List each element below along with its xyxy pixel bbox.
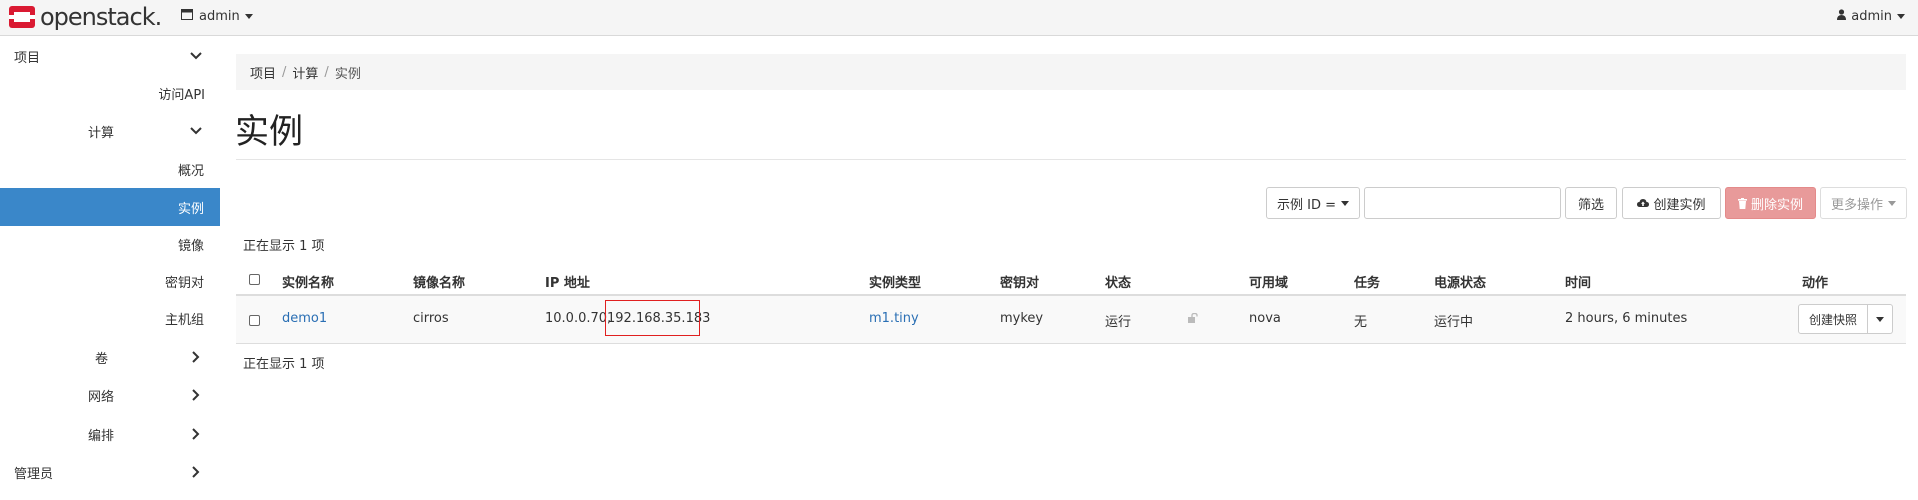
power-state: 运行中 bbox=[1434, 315, 1474, 330]
column-header[interactable]: IP 地址 bbox=[545, 272, 590, 291]
user-icon bbox=[1837, 9, 1847, 24]
table-header: 实例名称 镜像名称 IP 地址 实例类型 密钥对 状态 可用域 任务 电源状态 … bbox=[236, 263, 1906, 296]
create-snapshot-button[interactable]: 创建快照 bbox=[1798, 304, 1868, 334]
brand-name: openstack. bbox=[40, 3, 162, 31]
title-divider bbox=[236, 159, 1906, 160]
filter-button-label: 筛选 bbox=[1577, 197, 1604, 213]
trash-icon bbox=[1737, 197, 1747, 209]
sidebar-item-label: 概况 bbox=[177, 163, 204, 179]
sidebar-item-orchestration[interactable]: 编排 bbox=[0, 415, 220, 453]
column-header[interactable]: 电源状态 bbox=[1434, 272, 1486, 291]
more-actions-label: 更多操作 bbox=[1830, 197, 1883, 213]
column-header[interactable]: 实例类型 bbox=[869, 272, 921, 291]
chevron-down-icon bbox=[190, 52, 202, 60]
chevron-right-icon bbox=[192, 351, 200, 363]
project-dropdown-label: admin bbox=[199, 9, 240, 24]
sidebar-item-label: 编排 bbox=[88, 428, 115, 444]
column-header[interactable]: 镜像名称 bbox=[413, 272, 465, 291]
task-state: 无 bbox=[1354, 315, 1368, 330]
filter-input[interactable] bbox=[1364, 187, 1561, 219]
chevron-right-icon bbox=[192, 389, 200, 401]
chevron-down-icon bbox=[244, 14, 253, 19]
chevron-right-icon bbox=[192, 466, 200, 478]
page-title: 实例 bbox=[235, 112, 303, 152]
chevron-right-icon bbox=[192, 428, 200, 440]
delete-instance-label: 删除实例 bbox=[1750, 197, 1803, 213]
availability-zone: nova bbox=[1249, 311, 1281, 326]
top-navbar: openstack. admin admin bbox=[0, 0, 1918, 36]
sidebar-item-volumes[interactable]: 卷 bbox=[0, 338, 220, 376]
sidebar-item-label: 网络 bbox=[88, 389, 115, 405]
row-actions-dropdown[interactable] bbox=[1868, 304, 1893, 334]
column-header[interactable]: 任务 bbox=[1354, 272, 1380, 291]
chevron-down-icon bbox=[1876, 316, 1884, 322]
filter-field-label: 示例 ID = bbox=[1276, 197, 1336, 213]
create-instance-label: 创建实例 bbox=[1653, 197, 1706, 213]
sidebar-item-network[interactable]: 网络 bbox=[0, 376, 220, 414]
highlight-box bbox=[605, 300, 700, 336]
instance-name-link[interactable]: demo1 bbox=[282, 311, 327, 326]
sidebar-item-server-groups[interactable]: 主机组 bbox=[0, 299, 220, 337]
sidebar-item-label: 管理员 bbox=[14, 466, 54, 482]
item-count-top: 正在显示 1 项 bbox=[243, 239, 325, 254]
openstack-logo[interactable]: openstack. bbox=[8, 2, 162, 32]
column-header[interactable]: 实例名称 bbox=[282, 272, 334, 291]
cloud-upload-icon bbox=[1637, 198, 1650, 208]
sidebar: 项目 访问API 计算 概况 实例 镜像 密钥对 主机组 卷 网络 编排 管理员 bbox=[0, 37, 220, 500]
sidebar-item-label: 计算 bbox=[88, 125, 115, 141]
user-dropdown[interactable]: admin bbox=[1837, 9, 1905, 24]
sidebar-item-label: 实例 bbox=[177, 201, 204, 217]
unlock-icon bbox=[1188, 312, 1199, 327]
column-header[interactable]: 密钥对 bbox=[1000, 272, 1039, 291]
column-header[interactable]: 时间 bbox=[1565, 272, 1591, 291]
ip-internal: 10.0.0.70, bbox=[545, 311, 612, 326]
chevron-down-icon bbox=[1888, 200, 1896, 206]
flavor-link[interactable]: m1.tiny bbox=[869, 311, 919, 326]
column-header: 动作 bbox=[1802, 276, 1829, 291]
select-all-checkbox[interactable] bbox=[249, 274, 260, 285]
project-icon bbox=[181, 9, 193, 24]
sidebar-item-label: 访问API bbox=[158, 87, 205, 103]
sidebar-item-api-access[interactable]: 访问API bbox=[0, 74, 220, 112]
table-row: demo1 cirros 10.0.0.70, 192.168.35.183 m… bbox=[236, 296, 1906, 344]
sidebar-item-label: 主机组 bbox=[164, 312, 204, 328]
sidebar-item-label: 镜像 bbox=[177, 238, 204, 254]
sidebar-item-keypairs[interactable]: 密钥对 bbox=[0, 262, 220, 300]
breadcrumb-separator: / bbox=[324, 64, 329, 80]
breadcrumb-item-project[interactable]: 项目 bbox=[250, 63, 276, 82]
chevron-down-icon bbox=[1341, 200, 1349, 206]
create-instance-button[interactable]: 创建实例 bbox=[1622, 187, 1721, 219]
sidebar-item-overview[interactable]: 概况 bbox=[0, 150, 220, 188]
item-count-bottom: 正在显示 1 项 bbox=[243, 357, 325, 372]
row-checkbox[interactable] bbox=[249, 315, 260, 326]
sidebar-item-label: 项目 bbox=[14, 50, 41, 66]
row-action-group: 创建快照 bbox=[1798, 304, 1893, 336]
sidebar-item-label: 卷 bbox=[95, 351, 109, 367]
sidebar-item-label: 密钥对 bbox=[164, 275, 204, 291]
breadcrumb-separator: / bbox=[282, 64, 287, 80]
breadcrumb: 项目 / 计算 / 实例 bbox=[236, 54, 1906, 90]
chevron-down-icon bbox=[1897, 14, 1905, 19]
instance-age: 2 hours, 6 minutes bbox=[1565, 311, 1688, 326]
image-name: cirros bbox=[413, 311, 449, 326]
filter-field-select[interactable]: 示例 ID = bbox=[1266, 187, 1360, 219]
sidebar-item-instances[interactable]: 实例 bbox=[0, 188, 220, 226]
delete-instance-button[interactable]: 删除实例 bbox=[1725, 187, 1816, 219]
openstack-logo-icon bbox=[8, 3, 36, 31]
filter-button[interactable]: 筛选 bbox=[1565, 187, 1617, 219]
more-actions-button[interactable]: 更多操作 bbox=[1820, 187, 1907, 219]
sidebar-item-images[interactable]: 镜像 bbox=[0, 225, 220, 263]
chevron-down-icon bbox=[190, 127, 202, 135]
sidebar-item-project[interactable]: 项目 bbox=[0, 37, 220, 75]
column-header[interactable]: 可用域 bbox=[1249, 272, 1288, 291]
user-dropdown-label: admin bbox=[1851, 9, 1892, 24]
breadcrumb-item-compute[interactable]: 计算 bbox=[292, 63, 318, 82]
project-dropdown[interactable]: admin bbox=[181, 9, 253, 24]
sidebar-item-compute[interactable]: 计算 bbox=[0, 112, 220, 150]
instance-status: 运行 bbox=[1105, 315, 1132, 330]
breadcrumb-item-instances: 实例 bbox=[334, 66, 361, 82]
sidebar-item-admin[interactable]: 管理员 bbox=[0, 453, 220, 491]
keypair-name: mykey bbox=[1000, 311, 1044, 326]
column-header[interactable]: 状态 bbox=[1105, 272, 1131, 291]
